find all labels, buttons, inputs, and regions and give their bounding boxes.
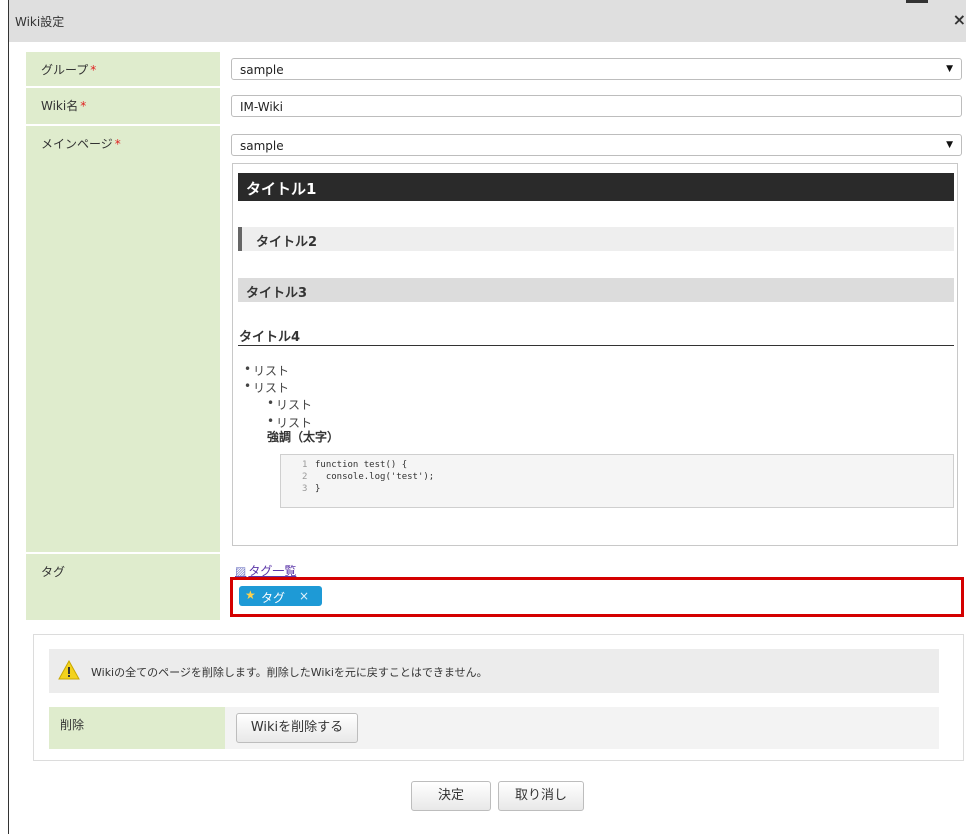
tag-chip[interactable]: ★ タグ × (239, 586, 322, 606)
preview-heading-1: タイトル1 (238, 173, 954, 201)
main-page-select[interactable]: sample ▼ (231, 134, 962, 156)
warning-box: Wikiの全てのページを削除します。削除したWikiを元に戻すことはできません。 (49, 649, 939, 693)
chevron-down-icon: ▼ (946, 140, 953, 150)
wiki-settings-dialog: Wiki設定 × グループ * sample ▼ Wiki名 * IM-Wiki メ… (9, 0, 966, 834)
dialog-titlebar: Wiki設定 × (9, 0, 966, 42)
main-page-label-cell: メインページ * (26, 126, 220, 552)
required-mark: * (80, 99, 87, 113)
preview-list-item: リスト (244, 379, 289, 396)
group-label: グループ (41, 63, 89, 77)
tag-input-box[interactable]: ★ タグ × (230, 577, 964, 617)
titlebar-decoration (906, 0, 928, 3)
main-page-preview: タイトル1 タイトル2 タイトル3 タイトル4 リスト リスト リスト リスト … (232, 163, 958, 546)
dialog-title: Wiki設定 (15, 15, 65, 29)
close-icon[interactable]: × (953, 10, 966, 29)
group-label-cell: グループ * (26, 52, 220, 86)
delete-wiki-section: Wikiの全てのページを削除します。削除したWikiを元に戻すことはできません。… (33, 634, 964, 761)
warning-icon (58, 660, 80, 680)
code-line-number: 1 (302, 460, 308, 470)
group-select-value: sample (240, 63, 284, 77)
preview-strong-text: 強調（太字） (267, 430, 340, 444)
chevron-down-icon: ▼ (946, 64, 953, 74)
required-mark: * (114, 137, 121, 151)
cancel-button[interactable]: 取り消し (498, 781, 584, 811)
wiki-name-input-value: IM-Wiki (240, 100, 283, 114)
code-line: console.log('test'); (315, 472, 435, 482)
preview-list-item: リスト (244, 362, 289, 379)
group-select[interactable]: sample ▼ (231, 58, 962, 80)
ok-button[interactable]: 決定 (411, 781, 491, 811)
wiki-name-input[interactable]: IM-Wiki (231, 95, 962, 117)
required-mark: * (90, 63, 97, 77)
warning-message: Wikiの全てのページを削除します。削除したWikiを元に戻すことはできません。 (91, 666, 488, 679)
delete-row: 削除 Wikiを削除する (49, 707, 939, 749)
tag-label-cell: タグ (26, 554, 220, 620)
code-line: function test() { (315, 460, 408, 470)
star-icon: ★ (245, 588, 256, 602)
code-line: } (315, 484, 321, 494)
preview-heading-2: タイトル2 (238, 227, 954, 251)
preview-heading-3: タイトル3 (238, 278, 954, 302)
preview-heading-4: タイトル4 (238, 325, 954, 346)
remove-tag-icon[interactable]: × (299, 589, 309, 603)
tag-chip-label: タグ (261, 591, 286, 605)
tag-list-icon: ▨ (235, 564, 247, 578)
wiki-name-label: Wiki名 (41, 99, 79, 113)
preview-sublist-item: リスト (267, 396, 312, 413)
main-page-label: メインページ (41, 137, 113, 151)
preview-code-block: 1 2 3 function test() { console.log('tes… (280, 454, 954, 508)
code-line-number: 2 (302, 472, 308, 482)
delete-label: 削除 (60, 718, 85, 732)
wiki-name-value-cell: IM-Wiki (222, 88, 962, 124)
main-page-select-value: sample (240, 139, 284, 153)
delete-wiki-button[interactable]: Wikiを削除する (236, 713, 358, 743)
wiki-name-label-cell: Wiki名 * (26, 88, 220, 124)
tag-label: タグ (41, 565, 66, 579)
group-value-cell: sample ▼ (222, 52, 962, 86)
code-line-number: 3 (302, 484, 308, 494)
delete-label-cell: 削除 (49, 707, 225, 749)
